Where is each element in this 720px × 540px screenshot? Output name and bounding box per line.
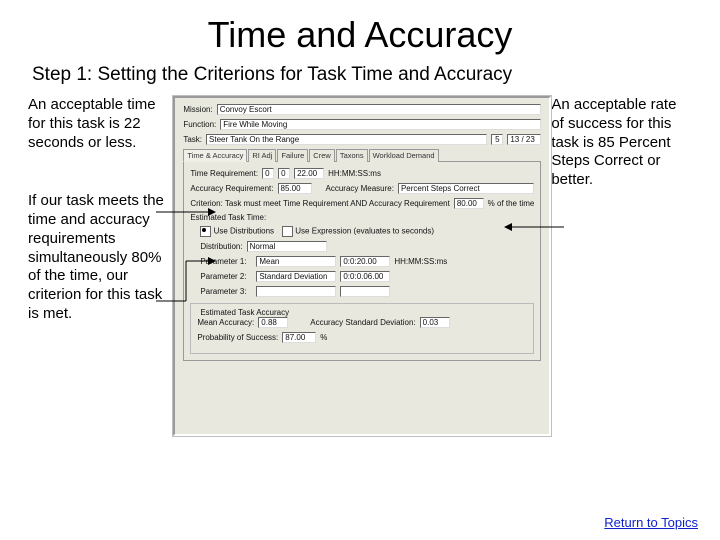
- acc-measure-label: Accuracy Measure:: [326, 184, 394, 193]
- estimated-accuracy-group: Estimated Task Accuracy Mean Accuracy: 0…: [190, 303, 534, 354]
- task-label: Task:: [183, 135, 202, 144]
- acc-req-field[interactable]: 85.00: [278, 183, 312, 194]
- time-hh[interactable]: 0: [262, 168, 274, 179]
- param2-name-field[interactable]: Standard Deviation: [256, 271, 336, 282]
- accuracy-sd-field[interactable]: 0.03: [420, 317, 450, 328]
- tab-ri-adj[interactable]: RI Adj: [248, 149, 276, 162]
- mission-label: Mission:: [183, 105, 212, 114]
- mission-field[interactable]: Convoy Escort: [217, 104, 542, 115]
- page-subtitle: Step 1: Setting the Criterions for Task …: [32, 64, 692, 86]
- param1-label: Parameter 1:: [200, 257, 252, 266]
- param3-label: Parameter 3:: [200, 287, 252, 296]
- function-field[interactable]: Fire While Moving: [220, 119, 541, 130]
- task-properties-panel: Mission: Convoy Escort Function: Fire Wh…: [173, 96, 551, 436]
- distribution-field[interactable]: Normal: [247, 241, 327, 252]
- task-field[interactable]: Steer Tank On the Range: [206, 134, 487, 145]
- criterion-field[interactable]: 80.00: [454, 198, 484, 209]
- left-note-time: An acceptable time for this task is 22 s…: [28, 96, 173, 152]
- use-distributions-label: Use Distributions: [214, 227, 274, 236]
- acc-measure-field[interactable]: Percent Steps Correct: [398, 183, 534, 194]
- param1-value-field[interactable]: 0:0:20.00: [340, 256, 390, 267]
- use-expression-radio[interactable]: Use Expression (evaluates to seconds): [282, 226, 434, 237]
- tab-time-accuracy[interactable]: Time & Accuracy: [183, 149, 247, 162]
- acc-req-label: Accuracy Requirement:: [190, 184, 273, 193]
- param2-label: Parameter 2:: [200, 272, 252, 281]
- param1-unit-label: HH:MM:SS:ms: [394, 257, 447, 266]
- time-unit-label: HH:MM:SS:ms: [328, 169, 381, 178]
- prob-success-label: Probability of Success:: [197, 333, 278, 342]
- criterion-label: Criterion: Task must meet Time Requireme…: [190, 199, 450, 208]
- task-index-field[interactable]: 5: [491, 134, 503, 145]
- param3-name-field[interactable]: [256, 286, 336, 297]
- time-req-label: Time Requirement:: [190, 169, 258, 178]
- estimated-accuracy-title: Estimated Task Accuracy: [197, 308, 292, 317]
- page-title: Time and Accuracy: [28, 14, 692, 56]
- return-to-topics-link[interactable]: Return to Topics: [604, 515, 698, 530]
- prob-success-pct: %: [320, 333, 327, 342]
- param1-name-field[interactable]: Mean: [256, 256, 336, 267]
- tab-crew[interactable]: Crew: [309, 149, 335, 162]
- param2-value-field[interactable]: 0:0:0.06.00: [340, 271, 390, 282]
- left-note-criterion: If our task meets the time and accuracy …: [28, 192, 173, 323]
- task-of-field[interactable]: 13 / 23: [507, 134, 541, 145]
- criterion-pct-label: % of the time: [488, 199, 535, 208]
- prob-success-field[interactable]: 87.00: [282, 332, 316, 343]
- function-label: Function:: [183, 120, 216, 129]
- mean-accuracy-label: Mean Accuracy:: [197, 318, 254, 327]
- accuracy-sd-label: Accuracy Standard Deviation:: [310, 318, 415, 327]
- right-note-accuracy: An acceptable rate of success for this t…: [551, 96, 692, 190]
- distribution-label: Distribution:: [200, 242, 242, 251]
- est-task-time-label: Estimated Task Time:: [190, 213, 266, 222]
- use-distributions-radio[interactable]: Use Distributions: [200, 226, 274, 237]
- param3-value-field[interactable]: [340, 286, 390, 297]
- tab-page-time-accuracy: Time Requirement: 0 0 22.00 HH:MM:SS:ms …: [183, 161, 541, 361]
- time-ss[interactable]: 22.00: [294, 168, 324, 179]
- tab-workload[interactable]: Workload Demand: [369, 149, 439, 162]
- tab-failure[interactable]: Failure: [277, 149, 308, 162]
- time-mm[interactable]: 0: [278, 168, 290, 179]
- mean-accuracy-field[interactable]: 0.88: [258, 317, 288, 328]
- tab-taxons[interactable]: Taxons: [336, 149, 368, 162]
- use-expression-label: Use Expression (evaluates to seconds): [295, 227, 434, 236]
